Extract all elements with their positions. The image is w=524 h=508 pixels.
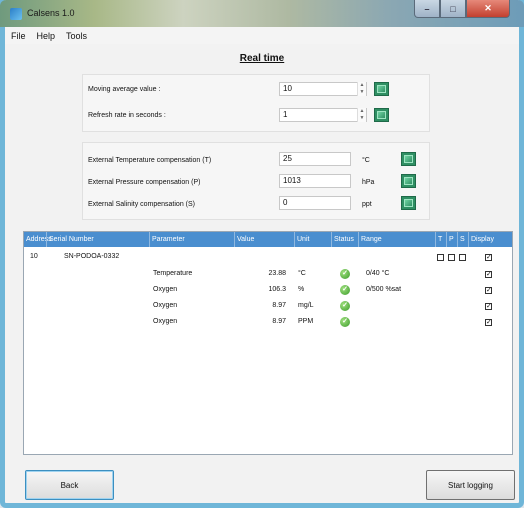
- apply-pressure-compensation-button[interactable]: [401, 174, 416, 188]
- unit-cell: %: [298, 286, 305, 293]
- moving-average-spinner[interactable]: ▲ ▼: [357, 82, 366, 96]
- moving-average-input[interactable]: 10: [279, 82, 367, 96]
- refresh-rate-input[interactable]: 1: [279, 108, 367, 122]
- device-p-checkbox[interactable]: [448, 254, 455, 261]
- table-header: Address Serial Number Parameter Value Un…: [24, 232, 512, 247]
- display-checkbox[interactable]: ✓: [485, 303, 492, 310]
- pressure-compensation-input[interactable]: 1013: [279, 174, 351, 188]
- apply-icon: [404, 199, 413, 207]
- value-cell: 8.97: [272, 318, 286, 325]
- parameter-cell: Temperature: [153, 270, 193, 277]
- column-display[interactable]: Display: [468, 232, 512, 247]
- spin-up-icon: ▲: [359, 108, 365, 114]
- menu-bar: File Help Tools: [5, 27, 519, 44]
- apply-icon: [404, 177, 413, 185]
- device-s-checkbox[interactable]: [459, 254, 466, 261]
- salinity-compensation-unit: ppt: [362, 201, 372, 208]
- apply-moving-average-button[interactable]: [374, 82, 389, 96]
- apply-icon: [377, 111, 386, 119]
- range-cell: 0/500 %sat: [366, 286, 402, 293]
- spin-up-icon: ▲: [359, 82, 365, 88]
- apply-temp-compensation-button[interactable]: [401, 152, 416, 166]
- app-window: Calsens 1.0 – □ ✕ File Help Tools Real t…: [0, 0, 524, 508]
- unit-cell: °C: [298, 270, 306, 277]
- close-button[interactable]: ✕: [466, 0, 510, 18]
- status-ok-icon: ✓: [340, 317, 350, 327]
- moving-average-label: Moving average value :: [88, 86, 161, 93]
- salinity-compensation-input[interactable]: 0: [279, 196, 351, 210]
- page-title: Real time: [239, 53, 285, 64]
- device-address: 10: [30, 253, 38, 260]
- column-serial-number[interactable]: Serial Number: [46, 232, 149, 247]
- start-logging-button[interactable]: Start logging: [426, 470, 515, 500]
- column-status[interactable]: Status: [331, 232, 358, 247]
- temp-compensation-input[interactable]: 25: [279, 152, 351, 166]
- status-ok-icon: ✓: [340, 269, 350, 279]
- value-cell: 8.97: [272, 302, 286, 309]
- pressure-compensation-label: External Pressure compensation (P): [88, 179, 201, 186]
- salinity-compensation-label: External Salinity compensation (S): [88, 201, 195, 208]
- display-checkbox[interactable]: ✓: [485, 319, 492, 326]
- refresh-rate-label: Refresh rate in seconds :: [88, 112, 166, 119]
- display-checkbox[interactable]: ✓: [485, 271, 492, 278]
- unit-cell: PPM: [298, 318, 314, 325]
- sensor-table: Address Serial Number Parameter Value Un…: [23, 231, 513, 455]
- parameter-cell: Oxygen: [153, 302, 178, 309]
- menu-file[interactable]: File: [11, 31, 26, 41]
- minimize-icon: –: [424, 3, 430, 14]
- spin-down-icon: ▼: [359, 89, 365, 95]
- parameter-cell: Oxygen: [153, 286, 178, 293]
- title-bar[interactable]: Calsens 1.0 – □ ✕: [0, 0, 524, 27]
- spin-down-icon: ▼: [359, 115, 365, 121]
- window-title: Calsens 1.0: [27, 8, 75, 18]
- device-serial-number: SN-PODOA-0332: [64, 253, 120, 260]
- apply-icon: [377, 85, 386, 93]
- app-icon: [10, 8, 22, 20]
- column-p[interactable]: P: [446, 232, 457, 247]
- value-cell: 23.88: [268, 270, 286, 277]
- pressure-compensation-unit: hPa: [362, 179, 375, 186]
- device-t-checkbox[interactable]: [437, 254, 444, 261]
- range-cell: 0/40 °C: [366, 270, 390, 277]
- refresh-rate-spinner[interactable]: ▲ ▼: [357, 108, 366, 122]
- parameter-cell: Oxygen: [153, 318, 178, 325]
- maximize-icon: □: [450, 3, 456, 14]
- display-checkbox[interactable]: ✓: [485, 287, 492, 294]
- status-ok-icon: ✓: [340, 301, 350, 311]
- column-range[interactable]: Range: [358, 232, 435, 247]
- unit-cell: mg/L: [298, 302, 314, 309]
- apply-salinity-compensation-button[interactable]: [401, 196, 416, 210]
- minimize-button[interactable]: –: [414, 0, 440, 18]
- value-cell: 106.3: [268, 286, 286, 293]
- temp-compensation-label: External Temperature compensation (T): [88, 157, 212, 164]
- window-controls: – □ ✕: [414, 0, 510, 18]
- column-unit[interactable]: Unit: [294, 232, 331, 247]
- column-value[interactable]: Value: [234, 232, 294, 247]
- close-icon: ✕: [484, 3, 492, 13]
- column-s[interactable]: S: [457, 232, 468, 247]
- maximize-button[interactable]: □: [440, 0, 466, 18]
- apply-icon: [404, 155, 413, 163]
- menu-tools[interactable]: Tools: [66, 31, 87, 41]
- device-display-checkbox[interactable]: ✓: [485, 254, 492, 261]
- column-t[interactable]: T: [435, 232, 446, 247]
- temp-compensation-unit: °C: [362, 157, 370, 164]
- column-parameter[interactable]: Parameter: [149, 232, 234, 247]
- column-address[interactable]: Address: [24, 232, 52, 247]
- back-button[interactable]: Back: [25, 470, 114, 500]
- menu-help[interactable]: Help: [37, 31, 56, 41]
- status-ok-icon: ✓: [340, 285, 350, 295]
- apply-refresh-rate-button[interactable]: [374, 108, 389, 122]
